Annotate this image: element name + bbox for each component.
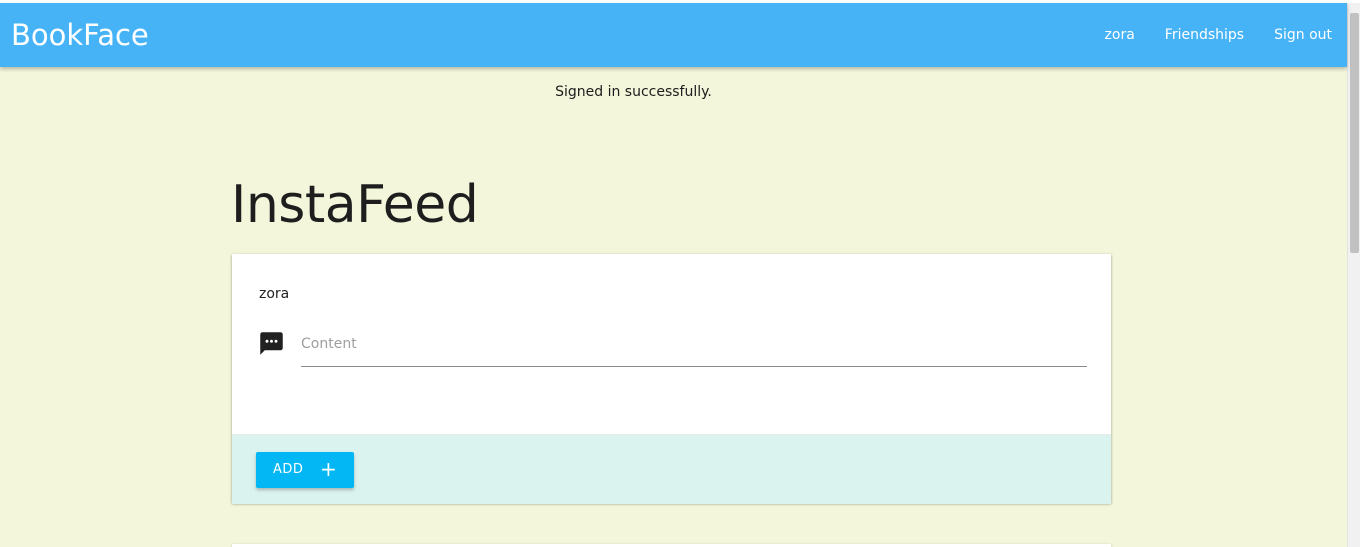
new-post-card: zora ADD + <box>232 254 1111 504</box>
card-action-bar: ADD + <box>232 434 1111 504</box>
nav-link-user[interactable]: zora <box>1090 3 1150 67</box>
plus-icon: + <box>320 457 338 481</box>
add-button-label: ADD <box>273 462 304 477</box>
nav-link-sign-out[interactable]: Sign out <box>1259 3 1347 67</box>
brand-logo[interactable]: BookFace <box>11 18 149 52</box>
post-author: zora <box>259 286 290 302</box>
content-input[interactable] <box>301 329 1087 359</box>
nav-links: zora Friendships Sign out <box>1090 3 1347 67</box>
add-button[interactable]: ADD + <box>256 452 354 488</box>
navbar: BookFace zora Friendships Sign out <box>0 3 1347 67</box>
content-field <box>301 328 1087 367</box>
flash-message: Signed in successfully. <box>555 84 712 100</box>
nav-link-friendships[interactable]: Friendships <box>1150 3 1259 67</box>
page-title: InstaFeed <box>231 175 479 235</box>
scrollbar-thumb[interactable] <box>1350 13 1359 253</box>
vertical-scrollbar[interactable] <box>1347 3 1360 547</box>
chat-bubble-icon <box>258 330 285 357</box>
